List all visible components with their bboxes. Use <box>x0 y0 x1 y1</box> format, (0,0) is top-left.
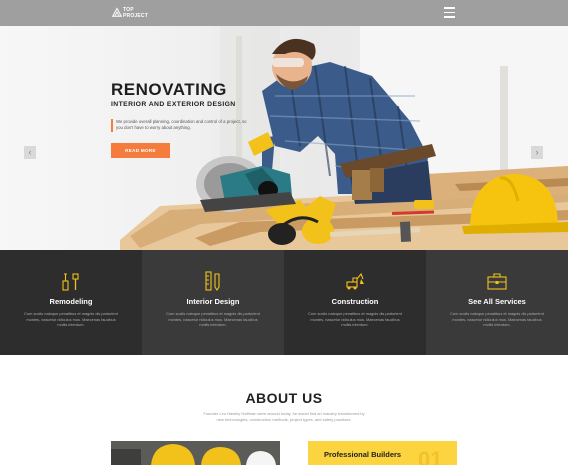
service-see-all[interactable]: See All Services Cum sociis natoque pena… <box>426 250 568 355</box>
logo-mark-icon <box>112 7 122 17</box>
hero-accent-bar <box>111 119 113 132</box>
about-photo <box>111 441 280 465</box>
service-interior-design[interactable]: Interior Design Cum sociis natoque penat… <box>142 250 284 355</box>
hero-title: RENOVATING <box>111 80 227 99</box>
excavator-icon <box>346 272 364 290</box>
logo-text-line2: PROJECT <box>122 12 148 19</box>
read-more-button[interactable]: READ MORE <box>111 143 170 158</box>
ruler-pencil-icon <box>205 271 220 291</box>
service-name: Construction <box>331 297 379 306</box>
service-name: Remodeling <box>49 297 93 306</box>
service-remodeling[interactable]: Remodeling Cum sociis natoque penatibus … <box>0 250 142 355</box>
services-strip: Remodeling Cum sociis natoque penatibus … <box>0 250 568 355</box>
logo-text: TOP PROJECT <box>122 7 148 19</box>
service-text: Cum sociis natoque penatibus et magnis d… <box>308 311 402 328</box>
hamburger-menu-icon[interactable] <box>444 7 455 18</box>
professional-builders-card[interactable]: Professional Builders 01 <box>300 441 457 465</box>
service-text: Cum sociis natoque penatibus et magnis d… <box>166 311 260 328</box>
workers-image <box>111 441 280 465</box>
service-name: Interior Design <box>186 297 240 306</box>
hero-image <box>120 26 568 250</box>
hero-subtitle: INTERIOR AND EXTERIOR DESIGN <box>111 101 236 108</box>
site-logo[interactable]: TOP PROJECT <box>112 4 148 22</box>
card-number: 01 <box>418 447 443 465</box>
card-title: Professional Builders <box>324 450 402 459</box>
top-header-bar: TOP PROJECT <box>0 0 568 26</box>
service-construction[interactable]: Construction Cum sociis natoque penatibu… <box>284 250 426 355</box>
hero-slider: RENOVATING INTERIOR AND EXTERIOR DESIGN … <box>0 26 568 250</box>
service-text: Cum sociis natoque penatibus et magnis d… <box>450 311 544 328</box>
about-text: Founder Leo Hawley Hoffman were around t… <box>203 411 365 422</box>
toolbox-icon <box>487 273 507 290</box>
slider-prev-arrow-icon[interactable]: ‹ <box>24 146 36 159</box>
about-title: ABOUT US <box>245 390 323 406</box>
service-text: Cum sociis natoque penatibus et magnis d… <box>24 311 118 328</box>
tools-icon <box>62 273 79 291</box>
hero-description: We provide overall planning, coordinatio… <box>116 119 247 130</box>
slider-next-arrow-icon[interactable]: › <box>531 146 543 159</box>
service-name: See All Services <box>468 297 526 306</box>
